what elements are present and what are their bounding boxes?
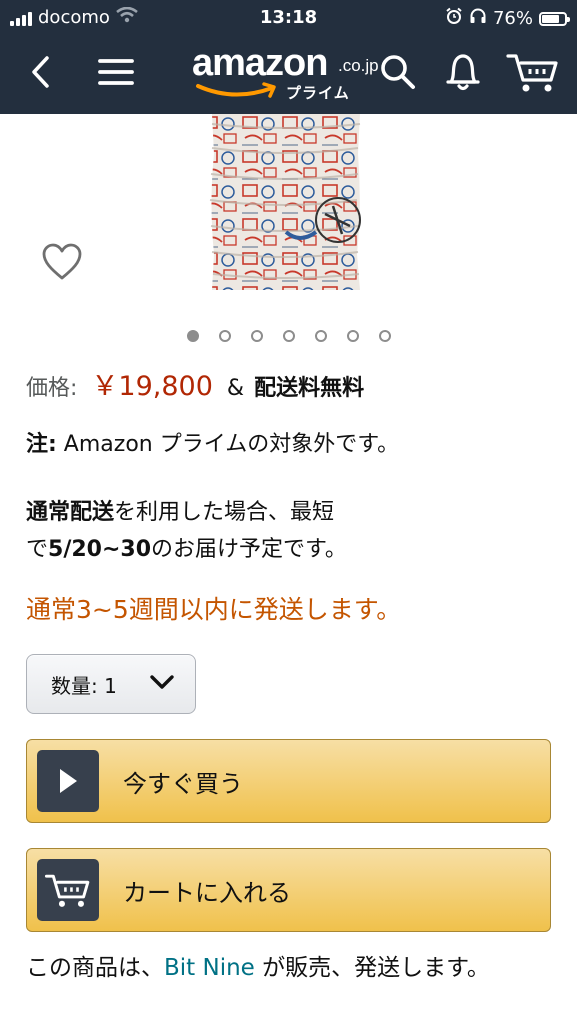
- seller-suffix: が販売、発送します。: [254, 955, 490, 981]
- image-pagination-dots: [0, 330, 577, 342]
- headphones-icon: [469, 7, 487, 30]
- alarm-icon: [445, 7, 463, 30]
- pagination-dot[interactable]: [186, 330, 199, 342]
- search-icon[interactable]: [374, 48, 420, 94]
- add-to-cart-button[interactable]: カートに入れる: [26, 848, 551, 932]
- bell-icon[interactable]: [440, 48, 486, 96]
- pagination-dot[interactable]: [250, 330, 263, 342]
- menu-icon[interactable]: [94, 50, 138, 94]
- logo-wordmark: amazon: [192, 42, 328, 84]
- note-text: Amazon プライムの対象外です。: [56, 432, 400, 457]
- price-value: ￥19,800: [91, 371, 213, 402]
- quantity-label: 数量: 1: [51, 673, 117, 698]
- note-prefix: 注:: [26, 432, 57, 457]
- battery-level: [542, 14, 559, 23]
- availability-status: 通常3~5週間以内に発送します。: [26, 595, 402, 624]
- delivery-date: 5/20~30: [48, 537, 152, 562]
- amazon-prime-logo[interactable]: amazon .co.jp プライム: [190, 42, 390, 104]
- price-label: 価格:: [26, 376, 78, 401]
- top-nav-bar: amazon .co.jp プライム: [0, 36, 577, 114]
- delivery-text: のお届け予定です。: [151, 537, 347, 562]
- seller-prefix: この商品は、: [26, 955, 164, 981]
- quantity-select[interactable]: 数量: 1: [26, 654, 196, 714]
- smile-arrow-icon: [196, 82, 276, 98]
- prime-note: 注: Amazon プライムの対象外です。: [26, 426, 399, 458]
- buy-now-button[interactable]: 今すぐ買う: [26, 739, 551, 823]
- delivery-estimate: 通常配送を利用した場合、最短で5/20~30のお届け予定です。: [26, 494, 446, 568]
- status-bar: docomo 13:18 76%: [0, 0, 577, 36]
- price-ampersand: &: [226, 376, 245, 401]
- add-to-cart-label: カートに入れる: [123, 879, 291, 907]
- seller-link[interactable]: Bit Nine: [164, 955, 255, 981]
- delivery-text: を利用した場合、最短: [114, 500, 335, 525]
- seller-info: この商品は、Bit Nine が販売、発送します。: [26, 950, 546, 987]
- cart-icon[interactable]: [505, 48, 561, 96]
- wishlist-heart-icon[interactable]: [40, 240, 84, 284]
- pagination-dot[interactable]: [346, 330, 359, 342]
- delivery-text: で: [26, 537, 49, 562]
- product-image: [209, 114, 361, 290]
- product-image-gallery[interactable]: [0, 114, 577, 320]
- pagination-dot[interactable]: [282, 330, 295, 342]
- free-shipping-label: 配送料無料: [254, 376, 365, 401]
- price-row: 価格: ￥19,800 & 配送料無料: [26, 364, 364, 403]
- pagination-dot[interactable]: [314, 330, 327, 342]
- delivery-method: 通常配送: [26, 500, 115, 525]
- back-icon[interactable]: [18, 50, 62, 94]
- cart-icon: [37, 859, 99, 921]
- battery-percent: 76%: [492, 8, 533, 29]
- logo-domain: .co.jp: [338, 56, 379, 75]
- battery-icon: [539, 11, 570, 26]
- play-icon: [37, 750, 99, 812]
- pagination-dot[interactable]: [378, 330, 391, 342]
- pagination-dot[interactable]: [218, 330, 231, 342]
- logo-prime-label: プライム: [286, 84, 350, 102]
- chevron-down-icon: [149, 673, 175, 695]
- buy-now-label: 今すぐ買う: [123, 770, 243, 798]
